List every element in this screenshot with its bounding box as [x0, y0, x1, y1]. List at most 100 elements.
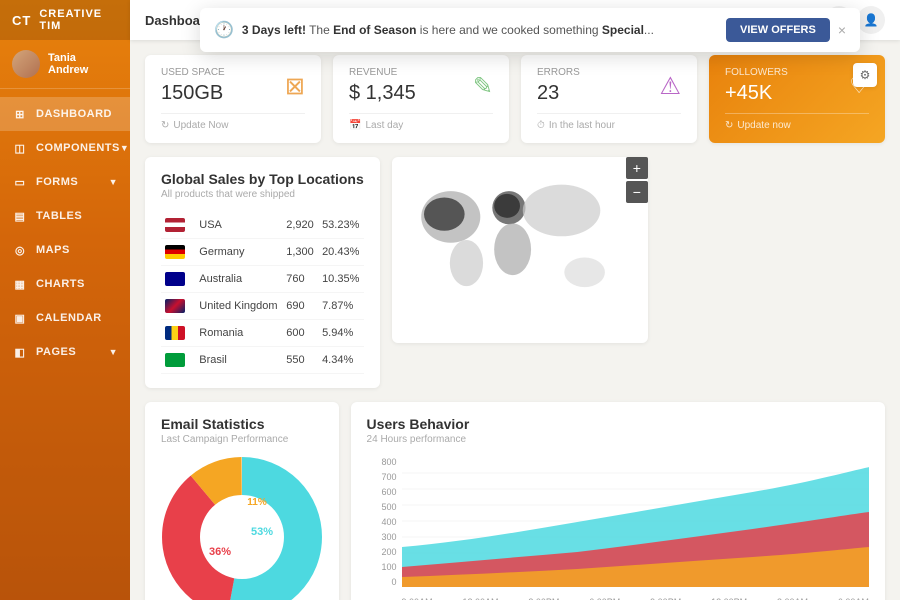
notification-banner: 🕐 3 Days left! The End of Season is here… [200, 8, 860, 52]
settings-button[interactable]: ⚙ [853, 63, 877, 87]
stat-value: 150GB [161, 82, 225, 105]
global-sales-card: Global Sales by Top Locations All produc… [145, 157, 380, 388]
sales-value: 690 [282, 293, 318, 320]
stat-label: Errors [537, 67, 580, 78]
map-zoom-out-button[interactable]: − [626, 181, 648, 203]
flag-icon [165, 353, 185, 367]
stat-footer: 📅 Last day [349, 113, 493, 131]
card-subtitle: 24 Hours performance [367, 434, 869, 445]
sidebar-item-label: CALENDAR [36, 312, 102, 324]
table-row: Brasil 550 4.34% [161, 347, 364, 374]
sidebar: CT CREATIVE TIM Tania Andrew ⊞ DASHBOARD… [0, 0, 130, 600]
svg-text:36%: 36% [209, 546, 231, 558]
chart-y-axis: 800 700 600 500 400 300 200 100 0 [367, 457, 397, 587]
refresh-icon: ↻ [725, 120, 733, 131]
sidebar-item-label: PAGES [36, 346, 76, 358]
sidebar-item-maps[interactable]: ◎ MAPS [0, 233, 130, 267]
email-stats-card: Email Statistics Last Campaign Performan… [145, 402, 339, 600]
card-title: Global Sales by Top Locations [161, 171, 364, 187]
warning-icon: ⚠ [659, 72, 681, 101]
username-label: Tania Andrew [48, 52, 118, 76]
sidebar-item-dashboard[interactable]: ⊞ DASHBOARD [0, 97, 130, 131]
svg-text:11%: 11% [247, 497, 267, 508]
flag-icon [165, 245, 185, 259]
chevron-down-icon: ▼ [109, 347, 118, 357]
sidebar-item-calendar[interactable]: ▣ CALENDAR [0, 301, 130, 335]
sidebar-item-label: DASHBOARD [36, 108, 112, 120]
country-name: Romania [195, 320, 282, 347]
refresh-icon: ↻ [161, 120, 169, 131]
table-row: Romania 600 5.94% [161, 320, 364, 347]
stat-value: $ 1,345 [349, 82, 416, 105]
stat-card-errors: Errors 23 ⚠ ⏱ In the last hour [521, 55, 697, 143]
sidebar-item-label: FORMS [36, 176, 78, 188]
sidebar-item-pages[interactable]: ◧ PAGES ▼ [0, 335, 130, 369]
table-row: Germany 1,300 20.43% [161, 239, 364, 266]
stat-footer: ↻ Update now [725, 113, 869, 131]
sidebar-item-tables[interactable]: ▤ TABLES [0, 199, 130, 233]
forms-icon: ▭ [12, 174, 28, 190]
timer-icon: 🕐 [214, 20, 234, 40]
sales-value: 600 [282, 320, 318, 347]
user-menu-button[interactable]: 👤 [857, 6, 885, 34]
sidebar-item-components[interactable]: ◫ COMPONENTS ▼ [0, 131, 130, 165]
sidebar-item-forms[interactable]: ▭ FORMS ▼ [0, 165, 130, 199]
country-name: United Kingdom [195, 293, 282, 320]
sidebar-logo[interactable]: CT CREATIVE TIM [0, 0, 130, 40]
map-svg [400, 165, 640, 315]
stat-footer: ↻ Update Now [161, 113, 305, 131]
flag-icon [165, 272, 185, 286]
view-offers-button[interactable]: VIEW OFFERS [726, 18, 830, 42]
sales-value: 2,920 [282, 212, 318, 239]
stat-card-revenue: Revenue $ 1,345 ✎ 📅 Last day [333, 55, 509, 143]
card-title: Users Behavior [367, 416, 869, 432]
stats-row: Used Space 150GB ⊠ ↻ Update Now Revenue … [145, 55, 885, 143]
stat-label: Used Space [161, 67, 225, 78]
chart-area-svg [402, 457, 869, 587]
sales-percent: 10.35% [318, 266, 364, 293]
pages-icon: ◧ [12, 344, 28, 360]
country-name: Australia [195, 266, 282, 293]
country-name: Brasil [195, 347, 282, 374]
sales-value: 550 [282, 347, 318, 374]
sales-percent: 20.43% [318, 239, 364, 266]
card-subtitle: Last Campaign Performance [161, 434, 323, 445]
sidebar-item-label: COMPONENTS [36, 142, 120, 154]
country-name: USA [195, 212, 282, 239]
world-map-card: + − [392, 157, 648, 343]
sales-value: 760 [282, 266, 318, 293]
close-icon[interactable]: × [838, 22, 846, 38]
maps-icon: ◎ [12, 242, 28, 258]
flag-icon [165, 326, 185, 340]
calendar-icon: 📅 [349, 120, 361, 131]
sidebar-logo-name: CREATIVE TIM [39, 8, 118, 32]
flag-icon [165, 299, 185, 313]
sales-percent: 53.23% [318, 212, 364, 239]
sidebar-item-label: CHARTS [36, 278, 85, 290]
storage-icon: ⊠ [285, 72, 305, 101]
country-name: Germany [195, 239, 282, 266]
components-icon: ◫ [12, 140, 28, 156]
stat-card-followers: Followers +45K ♡ ↻ Update now ⚙ [709, 55, 885, 143]
sidebar-user: Tania Andrew [0, 40, 130, 89]
main-content: Used Space 150GB ⊠ ↻ Update Now Revenue … [130, 40, 900, 600]
sidebar-item-charts[interactable]: ▦ CHARTS [0, 267, 130, 301]
chevron-down-icon: ▼ [109, 177, 118, 187]
pencil-icon: ✎ [473, 72, 493, 101]
card-subtitle: All products that were shipped [161, 189, 364, 200]
map-zoom-in-button[interactable]: + [626, 157, 648, 179]
area-chart: 800 700 600 500 400 300 200 100 0 [367, 457, 869, 600]
pie-chart: 53% 36% 11% [161, 457, 323, 600]
stat-footer: ⏱ In the last hour [537, 113, 681, 131]
map-controls: + − [626, 157, 648, 203]
flag-icon [165, 218, 185, 232]
sales-section: Global Sales by Top Locations All produc… [145, 157, 885, 388]
charts-section: Email Statistics Last Campaign Performan… [145, 402, 885, 600]
stat-value: 23 [537, 82, 580, 105]
sales-percent: 5.94% [318, 320, 364, 347]
stat-label: Revenue [349, 67, 416, 78]
table-row: USA 2,920 53.23% [161, 212, 364, 239]
sidebar-item-label: MAPS [36, 244, 70, 256]
sidebar-background [0, 400, 130, 600]
pie-chart-svg: 53% 36% 11% [162, 457, 322, 600]
